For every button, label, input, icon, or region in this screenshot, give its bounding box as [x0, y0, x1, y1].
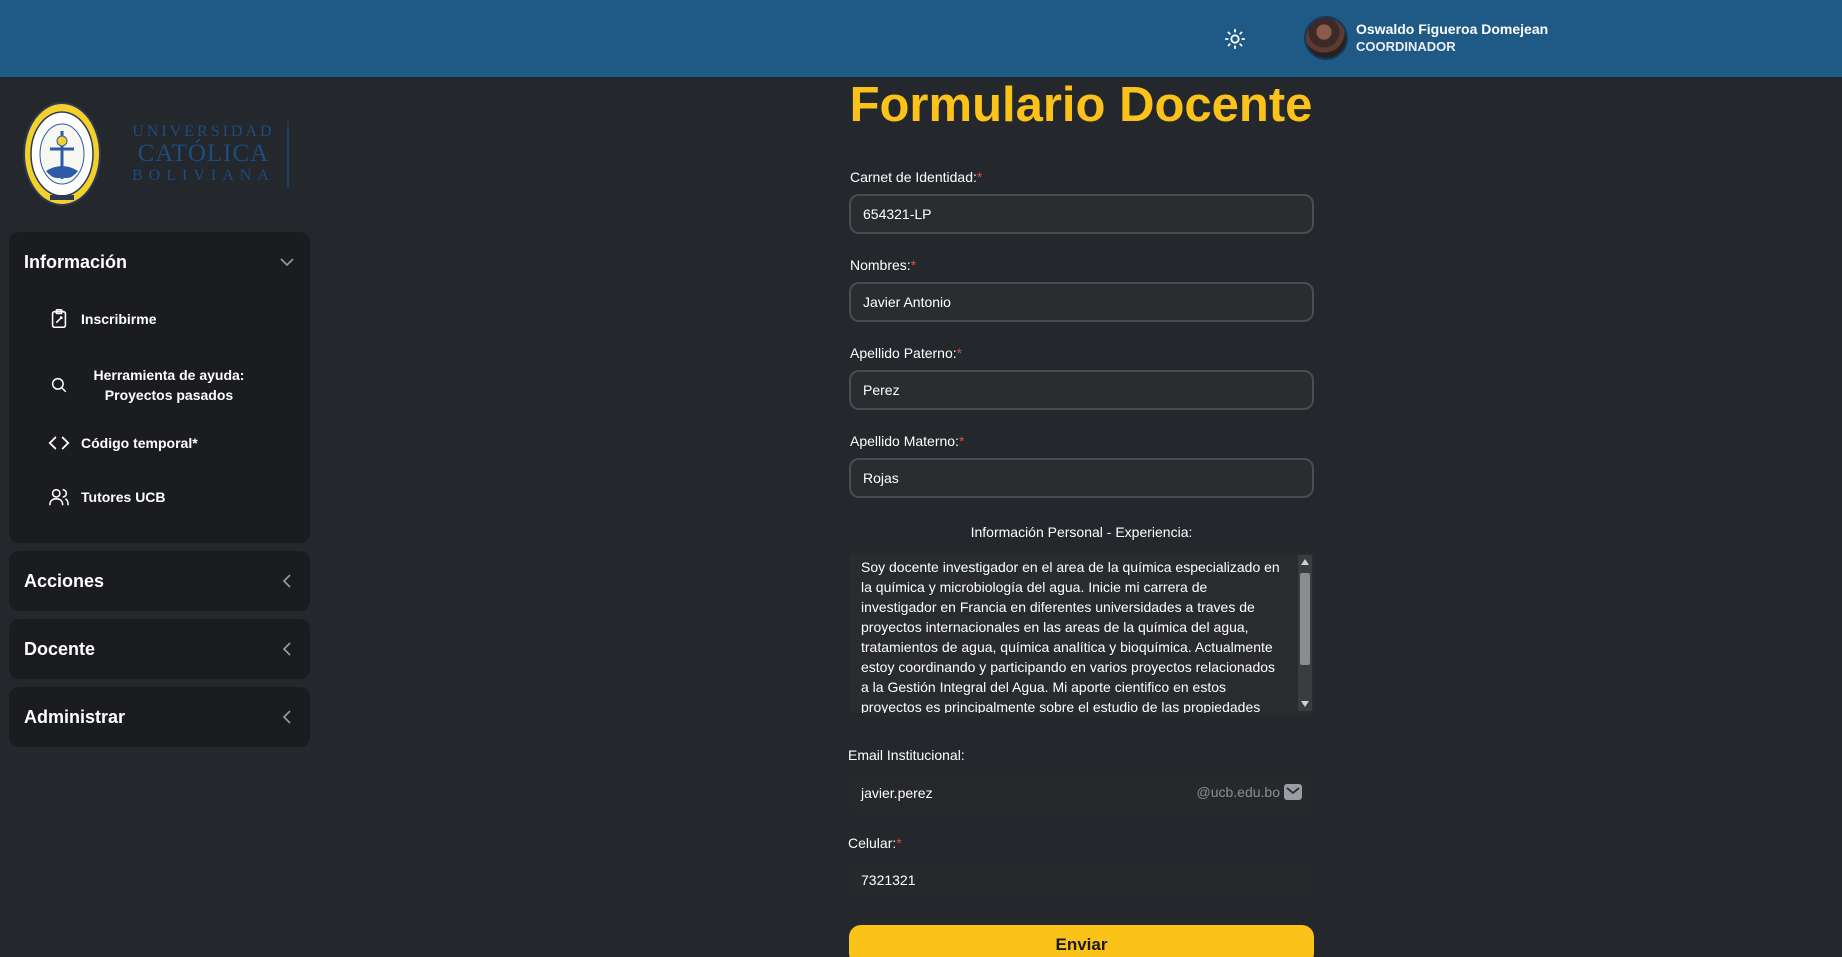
textarea-scrollbar[interactable]: [1298, 555, 1312, 711]
chevron-left-icon: [282, 710, 291, 724]
celular-label-text: Celular:: [848, 835, 897, 851]
sidebar-item-herramienta[interactable]: Herramienta de ayuda: Proyectos pasados: [9, 365, 249, 405]
required-mark: *: [958, 433, 965, 449]
materno-label: Apellido Materno:*: [850, 433, 964, 449]
menu-panel-informacion: Información Inscribirme Herramienta de a…: [9, 232, 310, 543]
user-role: COORDINADOR: [1356, 39, 1456, 54]
sidebar-item-codigo-temporal[interactable]: Código temporal*: [9, 428, 198, 458]
sidebar-item-tutores[interactable]: Tutores UCB: [9, 482, 166, 512]
paterno-label: Apellido Paterno:*: [850, 345, 962, 361]
required-mark: *: [896, 835, 902, 851]
info-label: Información Personal - Experiencia:: [970, 524, 1193, 540]
sidebar: UNIVERSIDAD CATÓLICA BOLIVIANA Informaci…: [0, 77, 320, 957]
celular-label: Celular:*: [848, 835, 902, 851]
menu-panel-acciones: Acciones: [9, 551, 310, 611]
email-label: Email Institucional:: [848, 747, 965, 763]
nombres-label-text: Nombres:: [850, 257, 911, 273]
chevron-left-icon: [282, 574, 291, 588]
menu-header-administrar[interactable]: Administrar: [9, 687, 310, 747]
submit-button[interactable]: Enviar: [849, 925, 1314, 957]
experience-textarea[interactable]: Soy docente investigador en el area de l…: [849, 553, 1314, 713]
sidebar-item-inscribirme[interactable]: Inscribirme: [9, 304, 156, 334]
mail-icon: [1284, 784, 1302, 800]
required-mark: *: [910, 257, 917, 273]
materno-input[interactable]: Rojas: [849, 458, 1314, 498]
scroll-thumb[interactable]: [1300, 573, 1310, 665]
menu-panel-docente: Docente: [9, 619, 310, 679]
university-seal-icon: [23, 102, 101, 206]
menu-title-docente: Docente: [24, 638, 96, 659]
university-logo[interactable]: UNIVERSIDAD CATÓLICA BOLIVIANA: [22, 101, 289, 207]
logo-line-2: CATÓLICA: [137, 140, 270, 167]
main-content: Formulario Docente Carnet de Identidad:*…: [320, 77, 1842, 957]
paterno-input[interactable]: Perez: [849, 370, 1314, 410]
menu-header-informacion[interactable]: Información: [9, 232, 310, 292]
sun-icon: [1224, 28, 1246, 50]
sidebar-item-label: Herramienta de ayuda: Proyectos pasados: [93, 367, 245, 403]
avatar: [1304, 16, 1348, 60]
required-mark: *: [956, 345, 963, 361]
email-domain: @ucb.edu.bo: [1196, 784, 1281, 800]
user-menu[interactable]: Oswaldo Figueroa Domejean COORDINADOR: [1304, 14, 1548, 62]
chevron-down-icon: [280, 258, 294, 267]
email-field[interactable]: javier.perez @ucb.edu.bo: [849, 774, 1314, 812]
menu-title-acciones: Acciones: [24, 570, 105, 591]
menu-title-administrar: Administrar: [24, 706, 126, 727]
code-icon: [47, 431, 71, 455]
menu-header-acciones[interactable]: Acciones: [9, 551, 310, 611]
materno-label-text: Apellido Materno:: [850, 433, 959, 449]
top-bar: Oswaldo Figueroa Domejean COORDINADOR: [0, 0, 1842, 77]
search-icon: [47, 373, 71, 397]
sidebar-item-label: Tutores UCB: [81, 489, 166, 505]
menu-header-docente[interactable]: Docente: [9, 619, 310, 679]
users-icon: [47, 485, 71, 509]
email-value: javier.perez: [861, 785, 933, 801]
celular-input[interactable]: 7321321: [849, 861, 1314, 899]
sidebar-item-label: Inscribirme: [81, 311, 157, 327]
ci-label: Carnet de Identidad:*: [850, 169, 982, 185]
sidebar-item-label: Código temporal*: [81, 435, 198, 451]
chevron-left-icon: [282, 642, 291, 656]
clipboard-icon: [47, 307, 71, 331]
paterno-label-text: Apellido Paterno:: [850, 345, 957, 361]
experience-text: Soy docente investigador en el area de l…: [861, 559, 1280, 713]
scroll-down-icon[interactable]: [1301, 701, 1309, 707]
university-name: UNIVERSIDAD CATÓLICA BOLIVIANA: [132, 121, 289, 187]
ci-input[interactable]: 654321-LP: [849, 194, 1314, 234]
page-title: Formulario Docente: [849, 78, 1313, 132]
theme-toggle-button[interactable]: [1220, 24, 1250, 54]
menu-panel-administrar: Administrar: [9, 687, 310, 747]
required-mark: *: [976, 169, 983, 185]
nombres-label: Nombres:*: [850, 257, 916, 273]
menu-title-informacion: Información: [24, 251, 128, 272]
email-suffix: @ucb.edu.bo: [1196, 784, 1302, 800]
ci-label-text: Carnet de Identidad:: [850, 169, 977, 185]
logo-line-3: BOLIVIANA: [132, 167, 275, 184]
nombres-input[interactable]: Javier Antonio: [849, 282, 1314, 322]
scroll-up-icon[interactable]: [1301, 559, 1309, 565]
user-name: Oswaldo Figueroa Domejean: [1356, 21, 1549, 37]
